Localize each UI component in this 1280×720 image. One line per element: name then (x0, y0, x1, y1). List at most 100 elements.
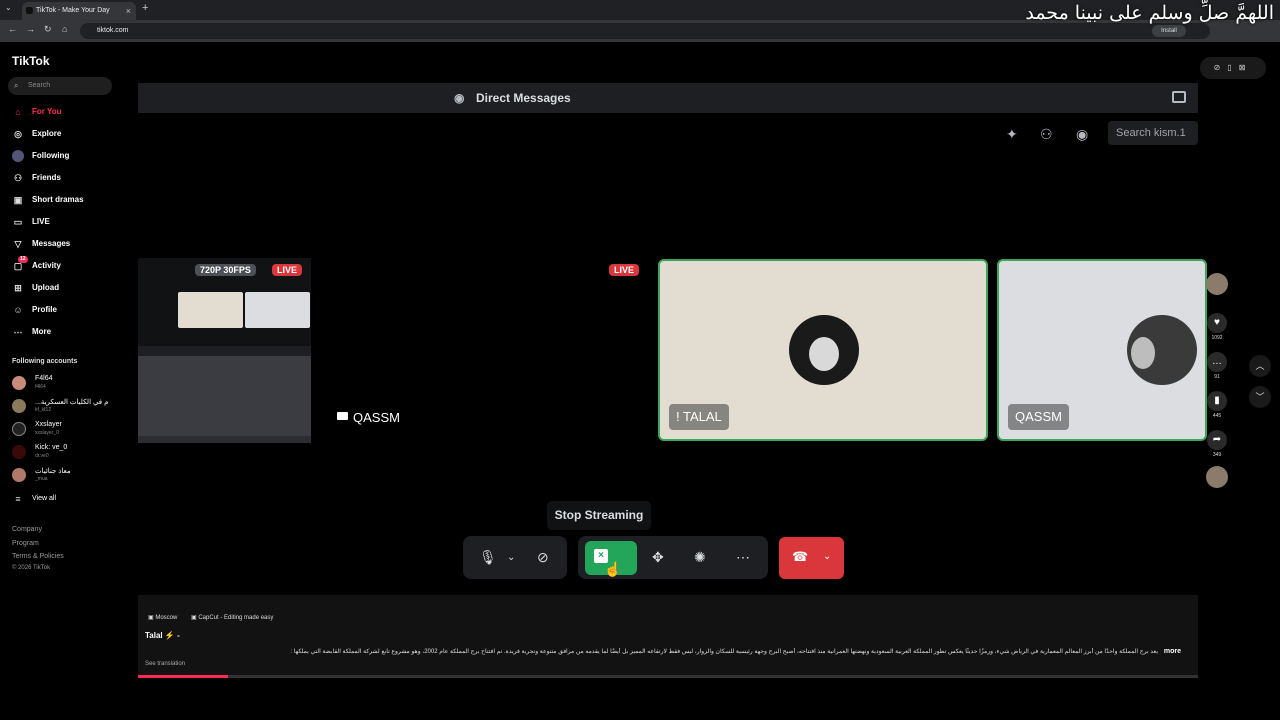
share-button[interactable]: ➦ 349 (1203, 430, 1231, 458)
mini-controls (138, 346, 311, 356)
music-tag[interactable]: ▣ CapCut - Editing made easy (191, 614, 273, 621)
participant-tile[interactable]: ! TALAL (658, 259, 988, 441)
mini-desktop (138, 356, 311, 436)
account-item[interactable]: Kick: ve_0 dr.ve0 (12, 442, 112, 462)
inbox-icon[interactable] (1172, 91, 1186, 103)
avatar (12, 399, 26, 413)
logo-text: TikTok (12, 54, 50, 68)
tab-list-icon[interactable]: ⌄ (5, 3, 12, 12)
pin-icon[interactable]: ✦ (1006, 126, 1018, 143)
home-icon: ⌂ (15, 107, 21, 117)
account-handle: xxslayer_0 (35, 430, 59, 436)
previous-video-button[interactable]: ︿ (1249, 355, 1271, 377)
like-button[interactable]: ♥ 1092 (1203, 313, 1231, 341)
sidebar-item-label: LIVE (32, 217, 50, 226)
forward-icon[interactable]: → (26, 24, 35, 34)
music-disc[interactable] (1203, 466, 1231, 488)
streamer-name: QASSM (353, 410, 400, 425)
camera-off-icon[interactable]: ⊘ (537, 549, 549, 566)
sidebar-item-more[interactable]: ⋯ More (12, 325, 52, 339)
activity-badge: 12 (18, 256, 28, 263)
close-icon[interactable]: × (126, 2, 131, 20)
browser-tab[interactable]: TikTok - Make Your Day × (22, 2, 136, 20)
address-bar[interactable]: tiktok.com (80, 23, 1210, 39)
avatar (12, 376, 26, 390)
reload-icon[interactable]: ↻ (44, 24, 52, 35)
profile-icon[interactable]: ◉ (1076, 126, 1088, 143)
footer-company[interactable]: Company (12, 526, 42, 533)
author-avatar[interactable] (1203, 273, 1231, 295)
account-name: Xxslayer (35, 421, 62, 428)
more-icon: ⋯ (13, 327, 23, 337)
chevron-down-icon[interactable]: ⌄ (507, 552, 515, 563)
share-icon: ➦ (1207, 430, 1227, 450)
search-input[interactable]: Search kism.1 (1108, 121, 1198, 145)
save-button[interactable]: ▮ 445 (1203, 391, 1231, 419)
comment-button[interactable]: … 91 (1203, 352, 1231, 380)
sidebar-item-upload[interactable]: ⊞ Upload (12, 281, 59, 295)
screen-icon (337, 412, 348, 420)
account-item[interactable]: ...م في الكليات العسكرية kf_kf12 (12, 396, 112, 416)
stream-preview[interactable] (138, 258, 311, 443)
new-tab-icon[interactable]: + (142, 2, 148, 14)
search-input[interactable]: ⌕ Search (8, 77, 112, 95)
chevron-down-icon[interactable]: ⌄ (823, 551, 831, 562)
tiktok-logo[interactable]: TikTok (12, 54, 50, 68)
video-player[interactable]: ◉ Direct Messages ✦ ⚇ ◉ Search kism.1 720… (138, 83, 1207, 678)
more-button[interactable]: more (1164, 648, 1181, 655)
tiktok-sidebar: TikTok ⌕ Search ⌂ For You ◎ Explore Follow… (0, 42, 120, 720)
next-video-button[interactable]: ﹀ (1249, 386, 1271, 408)
account-item[interactable]: معاذ جنائيات _mua (12, 465, 112, 485)
sidebar-item-explore[interactable]: ◎ Explore (12, 127, 61, 141)
sidebar-item-short-dramas[interactable]: ▣ Short dramas (12, 193, 84, 207)
disconnect-button[interactable]: ☎ ⌄ (779, 537, 844, 579)
sidebar-item-for-you[interactable]: ⌂ For You (12, 105, 61, 119)
more-options-icon[interactable]: ⋯ (736, 549, 750, 566)
back-icon[interactable]: ← (8, 24, 17, 34)
participant-tile[interactable]: QASSM (997, 259, 1207, 441)
view-controls[interactable]: ⊘▯⊠ (1200, 57, 1266, 79)
footer-terms[interactable]: Terms & Policies (12, 553, 64, 560)
microphone-icon[interactable]: 🎙 (479, 549, 497, 566)
audio-video-controls: 🎙 ⌄ ⊘ (463, 536, 567, 579)
sidebar-item-messages[interactable]: ▽ Messages (12, 237, 71, 251)
stream-quality-badge: 720P 30FPS (195, 264, 256, 276)
install-button[interactable]: Install (1152, 25, 1186, 37)
upload-icon: ⊞ (14, 283, 22, 293)
streamer-label: QASSM (337, 410, 400, 425)
account-item[interactable]: Xxslayer xxslayer_0 (12, 419, 112, 439)
overlay-caption: اللهمَّ صلِّ وسلم على نبينا محمد (1025, 2, 1274, 24)
sidebar-item-following[interactable]: Following (12, 149, 69, 163)
video-caption-bar (138, 595, 1198, 678)
music-tag[interactable]: ▣ Moscow (148, 614, 177, 621)
view-all-link[interactable]: ≡ View all (12, 492, 56, 506)
profile-icon: ☺ (13, 305, 23, 315)
sidebar-item-label: More (32, 327, 52, 336)
activities-icon[interactable]: ✥ (652, 549, 664, 566)
sidebar-item-friends[interactable]: ⚇ Friends (12, 171, 61, 185)
progress-fill (138, 675, 229, 678)
video-progress-bar[interactable] (138, 675, 1198, 678)
see-translation-link[interactable]: See translation (145, 661, 185, 667)
tiktok-favicon-icon (26, 7, 33, 14)
avatar (12, 445, 26, 459)
sidebar-item-activity[interactable]: ▢ 12 Activity (12, 256, 61, 273)
compass-icon: ◎ (14, 129, 22, 139)
footer-program[interactable]: Program (12, 540, 39, 547)
sidebar-item-label: Friends (32, 173, 61, 182)
view-all-label: View all (32, 495, 56, 502)
author-name[interactable]: Talal ⚡ - (145, 631, 180, 640)
following-icon (12, 150, 24, 162)
dm-title-text: Direct Messages (476, 91, 571, 105)
participant-name: QASSM (1008, 404, 1069, 430)
share-count: 349 (1212, 452, 1222, 458)
home-icon[interactable]: ⌂ (62, 24, 67, 34)
sidebar-item-profile[interactable]: ☺ Profile (12, 303, 57, 317)
avatar-face (809, 337, 839, 371)
following-accounts-title: Following accounts (12, 358, 78, 365)
sidebar-item-live[interactable]: ▭ LIVE (12, 215, 50, 229)
add-friend-icon[interactable]: ⚇ (1040, 126, 1053, 143)
soundboard-icon[interactable]: ✺ (694, 549, 706, 566)
account-item[interactable]: F4l64 f4l64 (12, 373, 112, 393)
heart-icon: ♥ (1207, 313, 1227, 333)
